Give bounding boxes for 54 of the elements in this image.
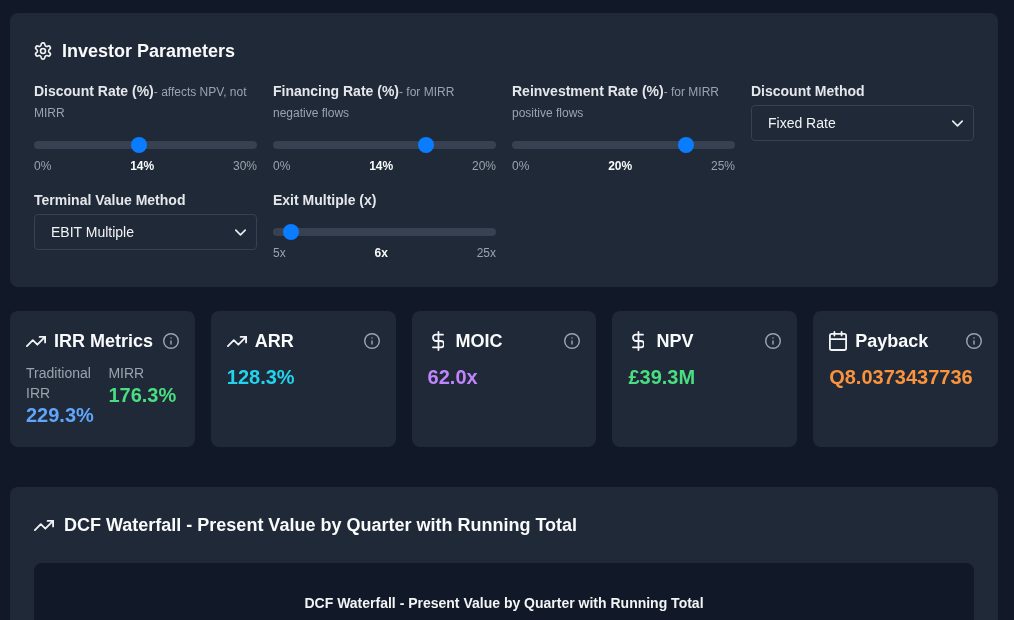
metric-value: 176.3%	[108, 383, 177, 407]
value-label: 6x	[374, 245, 388, 261]
metric-title: ARR	[254, 330, 294, 352]
chart-title: DCF Waterfall - Present Value by Quarter with Running Total	[304, 595, 704, 611]
value-label: 14%	[369, 158, 394, 174]
metric-title: NPV	[656, 330, 694, 352]
dollar-sign-icon	[632, 331, 645, 351]
min-label: 0%	[34, 158, 52, 174]
metric-title: Payback	[855, 330, 929, 352]
metric-title: MOIC	[455, 330, 503, 352]
max-label: 25x	[476, 245, 496, 261]
min-label: 5x	[273, 245, 286, 261]
field-label: Discount Rate (%)- affects NPV, not MIRR	[34, 82, 248, 122]
trending-up-icon	[34, 519, 54, 531]
value-label: 20%	[608, 158, 633, 174]
value-label: 14%	[130, 158, 155, 174]
field-label: Financing Rate (%)- for MIRR negative flows	[273, 82, 456, 122]
info-icon[interactable]	[363, 333, 380, 349]
field-label: Exit Multiple (x)	[273, 191, 378, 210]
slider-thumb[interactable]	[283, 224, 300, 240]
metric-title: IRR Metrics	[54, 330, 154, 352]
metric-value: 128.3%	[226, 366, 295, 388]
metric-label: Traditional IRR	[26, 364, 92, 403]
trending-up-icon	[226, 335, 247, 347]
max-label: 30%	[232, 158, 257, 174]
dropdown[interactable]: EBIT Multiple	[34, 214, 257, 250]
info-icon[interactable]	[966, 333, 982, 349]
panel-title: Investor Parameters	[62, 40, 236, 63]
info-icon[interactable]	[765, 333, 782, 349]
metric-value: Q8.0373437736	[829, 366, 973, 388]
field-label: Discount Method	[751, 82, 866, 101]
chevron-down-icon	[235, 228, 246, 236]
field-label: Terminal Value Method	[34, 191, 187, 210]
dropdown[interactable]: Fixed Rate	[751, 105, 974, 141]
metric-value: 229.3%	[26, 403, 94, 427]
info-icon[interactable]	[162, 333, 179, 349]
metric-value: 62.0x	[427, 366, 478, 388]
settings-icon	[34, 42, 52, 60]
info-icon[interactable]	[564, 333, 581, 349]
slider-thumb[interactable]	[130, 137, 147, 153]
min-label: 0%	[512, 158, 530, 174]
calendar-icon	[829, 331, 848, 351]
trending-up-icon	[26, 335, 46, 347]
metric-label: MIRR	[108, 364, 145, 383]
max-label: 25%	[710, 158, 735, 174]
slider-thumb[interactable]	[677, 137, 694, 153]
dollar-sign-icon	[431, 331, 444, 351]
slider-thumb[interactable]	[417, 137, 434, 153]
section-title: DCF Waterfall - Present Value by Quarter with Running Total	[64, 514, 578, 537]
chevron-down-icon	[952, 119, 963, 127]
max-label: 20%	[471, 158, 496, 174]
metric-value: £39.3M	[628, 366, 696, 388]
min-label: 0%	[273, 158, 291, 174]
field-label: Reinvestment Rate (%)- for MIRR positive flows	[512, 82, 721, 122]
